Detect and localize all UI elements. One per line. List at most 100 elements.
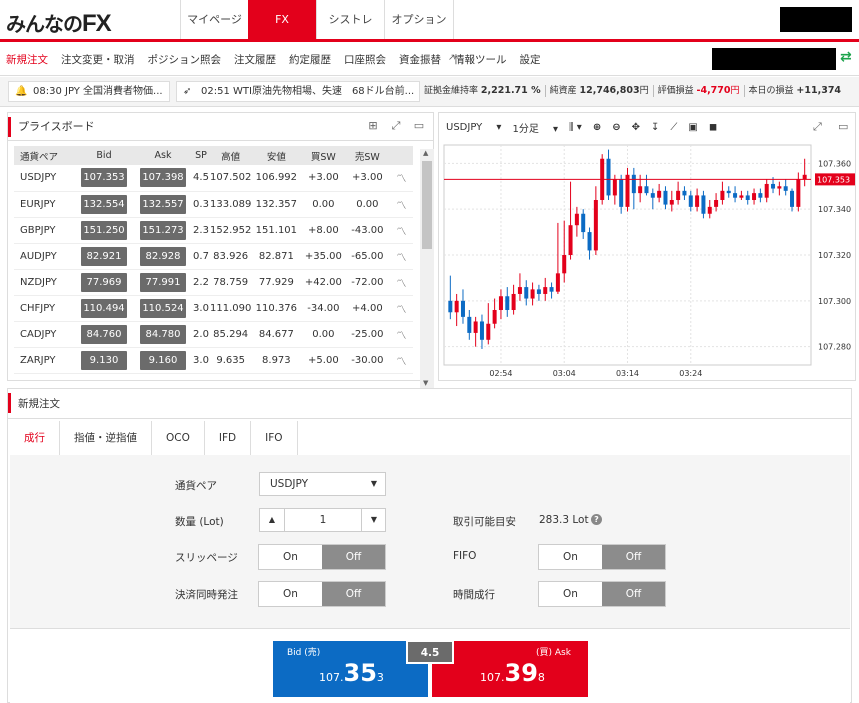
settle-off-option[interactable]: Off xyxy=(322,582,385,606)
pb-header-5[interactable]: 安値 xyxy=(251,146,302,165)
move-icon[interactable]: ✥ xyxy=(632,122,640,133)
price-board-scrollbar[interactable]: ▲ ▼ xyxy=(420,149,434,389)
bid-cell[interactable]: 110.494 xyxy=(74,295,134,322)
pb-header-6[interactable]: 買SW xyxy=(301,146,346,165)
pair-select[interactable]: USDJPY ▼ xyxy=(259,472,386,496)
ask-cell[interactable]: 107.398 xyxy=(134,165,192,192)
time-order-toggle[interactable]: On Off xyxy=(538,581,666,607)
bid-quote[interactable]: 84.760 xyxy=(81,324,127,344)
menu-item-3[interactable]: 注文履歴 xyxy=(234,52,276,67)
ask-quote[interactable]: 84.780 xyxy=(140,324,186,344)
bid-cell[interactable]: 132.554 xyxy=(74,191,134,218)
order-tab-2[interactable]: OCO xyxy=(152,421,205,455)
ask-quote[interactable]: 107.398 xyxy=(140,168,186,188)
indicator-icon[interactable]: ◼ xyxy=(709,122,717,133)
ask-cell[interactable]: 9.160 xyxy=(134,347,192,374)
bid-cell[interactable]: 77.969 xyxy=(74,269,134,296)
news-item-1[interactable]: 🔔 08:30 JPY 全国消費者物価... xyxy=(8,81,170,102)
bid-quote[interactable]: 9.130 xyxy=(81,350,127,370)
pb-header-3[interactable]: SP xyxy=(192,146,210,165)
ask-quote[interactable]: 82.928 xyxy=(140,246,186,266)
ask-cell[interactable]: 110.524 xyxy=(134,295,192,322)
table-row[interactable]: EURJPY 132.554 132.557 0.3 133.089 132.357 0.0… xyxy=(14,191,414,218)
candle-type-icon[interactable]: ⫼ ▾ xyxy=(569,122,582,133)
pb-header-7[interactable]: 売SW xyxy=(345,146,390,165)
settle-on-option[interactable]: On xyxy=(259,582,322,606)
chart-expand-icon[interactable]: ⤢ xyxy=(813,120,822,134)
menu-item-4[interactable]: 約定履歴 xyxy=(289,52,331,67)
table-row[interactable]: CADJPY 84.760 84.780 2.0 85.294 84.677 0.00 -25… xyxy=(14,321,414,348)
zoom-out-icon[interactable]: ⊖ xyxy=(612,122,620,133)
time-on-option[interactable]: On xyxy=(539,582,602,606)
fifo-off-option[interactable]: Off xyxy=(602,545,665,569)
bid-cell[interactable]: 84.760 xyxy=(74,321,134,348)
table-row[interactable]: NZDJPY 77.969 77.991 2.2 78.759 77.929 +42.00-… xyxy=(14,269,414,296)
menu-item-0[interactable]: 新規注文 xyxy=(6,52,48,67)
menu-item-8[interactable]: 設定 xyxy=(520,52,541,67)
bid-sell-button[interactable]: Bid (売) 107.353 xyxy=(273,641,428,697)
slippage-on-option[interactable]: On xyxy=(259,545,322,569)
bid-cell[interactable]: 151.250 xyxy=(74,217,134,244)
grid-icon[interactable]: ⊞ xyxy=(366,119,380,132)
ask-buy-button[interactable]: (買) Ask 107.398 xyxy=(432,641,588,697)
scroll-up-icon[interactable]: ▲ xyxy=(423,149,428,157)
qty-increment-icon[interactable]: ▲ xyxy=(260,509,285,531)
menu-item-2[interactable]: ポジション照会 xyxy=(148,52,222,67)
expand-icon[interactable]: ⤢ xyxy=(389,119,403,133)
order-tab-3[interactable]: IFD xyxy=(205,421,252,455)
ask-quote[interactable]: 9.160 xyxy=(140,350,186,370)
mini-chart-icon[interactable]: 〽 xyxy=(389,269,414,296)
top-tab-3[interactable]: オプション xyxy=(384,0,454,39)
menu-item-5[interactable]: 口座照会 xyxy=(344,52,386,67)
bid-quote[interactable]: 82.921 xyxy=(81,246,127,266)
help-icon[interactable]: ? xyxy=(591,514,602,525)
settle-toggle[interactable]: On Off xyxy=(258,581,386,607)
top-tab-2[interactable]: シストレ xyxy=(316,0,384,39)
candlestick-chart[interactable]: 02:54 03:04 03:14 03:24 107.280 107.300 107.32… xyxy=(441,141,855,378)
slippage-toggle[interactable]: On Off xyxy=(258,544,386,570)
mini-chart-icon[interactable]: 〽 xyxy=(389,191,414,218)
time-off-option[interactable]: Off xyxy=(602,582,665,606)
news-item-2[interactable]: ➶ 02:51 WTI原油先物相場、失速 68ドル台前... xyxy=(176,81,420,102)
mini-chart-icon[interactable]: 〽 xyxy=(389,243,414,270)
ask-quote[interactable]: 132.557 xyxy=(140,194,186,214)
order-tab-0[interactable]: 成行 xyxy=(10,421,60,455)
chart-timeframe-select[interactable]: 1分足 ▾ xyxy=(512,120,558,135)
draw-tool-icon[interactable]: ⟋ xyxy=(670,122,677,133)
ask-quote[interactable]: 77.991 xyxy=(140,272,186,292)
table-row[interactable]: CHFJPY 110.494 110.524 3.0 111.090 110.376 -34… xyxy=(14,295,414,322)
bid-cell[interactable]: 107.353 xyxy=(74,165,134,192)
table-row[interactable]: ZARJPY 9.130 9.160 3.0 9.635 8.973 +5.00 -30.00… xyxy=(14,347,414,374)
bid-quote[interactable]: 77.969 xyxy=(81,272,127,292)
reset-icon[interactable]: ↧ xyxy=(651,122,659,133)
pb-header-1[interactable]: Bid xyxy=(74,146,134,165)
chart-popout-icon[interactable]: ▭ xyxy=(838,120,848,133)
bid-quote[interactable]: 132.554 xyxy=(81,194,127,214)
ask-quote[interactable]: 151.273 xyxy=(140,220,186,240)
menu-item-1[interactable]: 注文変更・取消 xyxy=(61,52,135,67)
refresh-icon[interactable]: ⇄ xyxy=(840,49,852,65)
chart-pair-select[interactable]: USDJPY ▾ xyxy=(446,122,501,133)
ask-cell[interactable]: 84.780 xyxy=(134,321,192,348)
fifo-on-option[interactable]: On xyxy=(539,545,602,569)
bid-cell[interactable]: 9.130 xyxy=(74,347,134,374)
slippage-off-option[interactable]: Off xyxy=(322,545,385,569)
mini-chart-icon[interactable]: 〽 xyxy=(389,295,414,322)
mini-chart-icon[interactable]: 〽 xyxy=(389,217,414,244)
table-row[interactable]: AUDJPY 82.921 82.928 0.7 83.926 82.871 +35.00-… xyxy=(14,243,414,270)
mini-chart-icon[interactable]: 〽 xyxy=(389,165,414,192)
bid-cell[interactable]: 82.921 xyxy=(74,243,134,270)
mini-chart-icon[interactable]: 〽 xyxy=(389,347,414,374)
logo[interactable]: みんなのFX xyxy=(6,8,112,38)
order-tab-4[interactable]: IFO xyxy=(251,421,298,455)
qty-decrement-icon[interactable]: ▼ xyxy=(361,509,386,531)
bid-quote[interactable]: 107.353 xyxy=(81,168,127,188)
order-tab-1[interactable]: 指値・逆指値 xyxy=(60,421,152,455)
pb-header-4[interactable]: 高値 xyxy=(210,146,252,165)
popout-icon[interactable]: ▭ xyxy=(412,119,426,132)
ask-cell[interactable]: 151.273 xyxy=(134,217,192,244)
ask-quote[interactable]: 110.524 xyxy=(140,298,186,318)
save-icon[interactable]: ▣ xyxy=(688,122,697,133)
table-row[interactable]: GBPJPY 151.250 151.273 2.3 152.952 151.101 +8.… xyxy=(14,217,414,244)
qty-input[interactable]: 1 xyxy=(286,509,360,531)
